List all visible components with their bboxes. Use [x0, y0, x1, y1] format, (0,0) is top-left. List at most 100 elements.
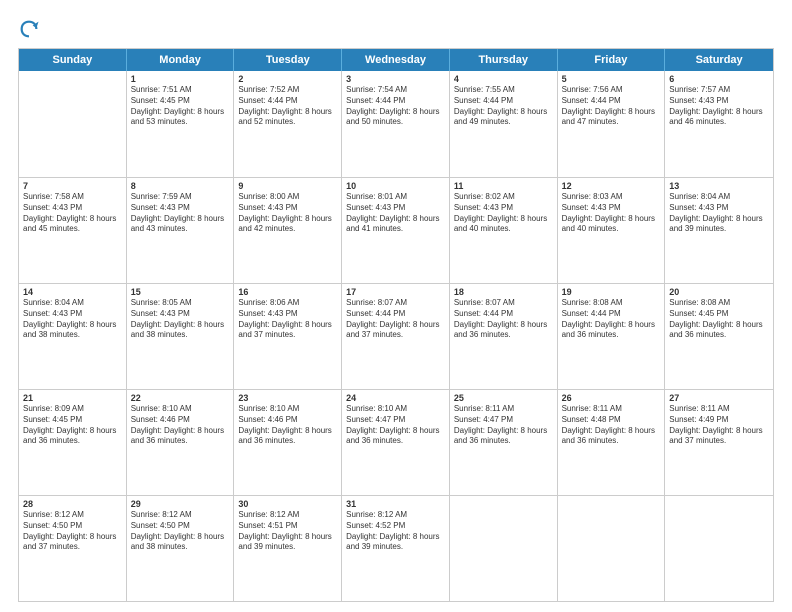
cell-day-number: 6	[669, 74, 769, 84]
cell-day-number: 27	[669, 393, 769, 403]
calendar-cell: 26Sunrise: 8:11 AMSunset: 4:48 PMDayligh…	[558, 390, 666, 495]
calendar-cell: 20Sunrise: 8:08 AMSunset: 4:45 PMDayligh…	[665, 284, 773, 389]
calendar: SundayMondayTuesdayWednesdayThursdayFrid…	[18, 48, 774, 602]
cell-info: Sunrise: 8:11 AMSunset: 4:47 PMDaylight:…	[454, 404, 553, 447]
calendar-week-3: 14Sunrise: 8:04 AMSunset: 4:43 PMDayligh…	[19, 283, 773, 389]
cell-day-number: 3	[346, 74, 445, 84]
cell-info: Sunrise: 7:59 AMSunset: 4:43 PMDaylight:…	[131, 192, 230, 235]
cell-day-number: 19	[562, 287, 661, 297]
cell-day-number: 17	[346, 287, 445, 297]
cell-info: Sunrise: 7:58 AMSunset: 4:43 PMDaylight:…	[23, 192, 122, 235]
cell-info: Sunrise: 8:05 AMSunset: 4:43 PMDaylight:…	[131, 298, 230, 341]
calendar-cell: 8Sunrise: 7:59 AMSunset: 4:43 PMDaylight…	[127, 178, 235, 283]
calendar-cell: 22Sunrise: 8:10 AMSunset: 4:46 PMDayligh…	[127, 390, 235, 495]
day-header-wednesday: Wednesday	[342, 49, 450, 71]
cell-day-number: 16	[238, 287, 337, 297]
day-header-sunday: Sunday	[19, 49, 127, 71]
calendar-cell: 4Sunrise: 7:55 AMSunset: 4:44 PMDaylight…	[450, 71, 558, 177]
calendar-cell: 7Sunrise: 7:58 AMSunset: 4:43 PMDaylight…	[19, 178, 127, 283]
cell-info: Sunrise: 8:04 AMSunset: 4:43 PMDaylight:…	[23, 298, 122, 341]
day-header-monday: Monday	[127, 49, 235, 71]
cell-day-number: 12	[562, 181, 661, 191]
calendar-cell: 25Sunrise: 8:11 AMSunset: 4:47 PMDayligh…	[450, 390, 558, 495]
cell-info: Sunrise: 8:12 AMSunset: 4:52 PMDaylight:…	[346, 510, 445, 553]
logo	[18, 18, 42, 40]
calendar-cell: 12Sunrise: 8:03 AMSunset: 4:43 PMDayligh…	[558, 178, 666, 283]
cell-info: Sunrise: 8:11 AMSunset: 4:48 PMDaylight:…	[562, 404, 661, 447]
cell-day-number: 7	[23, 181, 122, 191]
calendar-cell: 17Sunrise: 8:07 AMSunset: 4:44 PMDayligh…	[342, 284, 450, 389]
calendar-cell: 16Sunrise: 8:06 AMSunset: 4:43 PMDayligh…	[234, 284, 342, 389]
calendar-cell: 24Sunrise: 8:10 AMSunset: 4:47 PMDayligh…	[342, 390, 450, 495]
cell-day-number: 15	[131, 287, 230, 297]
cell-day-number: 23	[238, 393, 337, 403]
cell-day-number: 13	[669, 181, 769, 191]
calendar-cell: 10Sunrise: 8:01 AMSunset: 4:43 PMDayligh…	[342, 178, 450, 283]
calendar-cell: 11Sunrise: 8:02 AMSunset: 4:43 PMDayligh…	[450, 178, 558, 283]
calendar-cell: 15Sunrise: 8:05 AMSunset: 4:43 PMDayligh…	[127, 284, 235, 389]
calendar-cell: 5Sunrise: 7:56 AMSunset: 4:44 PMDaylight…	[558, 71, 666, 177]
calendar-cell	[19, 71, 127, 177]
cell-day-number: 18	[454, 287, 553, 297]
calendar-body: 1Sunrise: 7:51 AMSunset: 4:45 PMDaylight…	[19, 71, 773, 601]
calendar-cell: 27Sunrise: 8:11 AMSunset: 4:49 PMDayligh…	[665, 390, 773, 495]
day-header-friday: Friday	[558, 49, 666, 71]
cell-day-number: 8	[131, 181, 230, 191]
cell-info: Sunrise: 8:00 AMSunset: 4:43 PMDaylight:…	[238, 192, 337, 235]
calendar-cell	[665, 496, 773, 601]
calendar-header: SundayMondayTuesdayWednesdayThursdayFrid…	[19, 49, 773, 71]
calendar-cell: 28Sunrise: 8:12 AMSunset: 4:50 PMDayligh…	[19, 496, 127, 601]
cell-info: Sunrise: 8:07 AMSunset: 4:44 PMDaylight:…	[346, 298, 445, 341]
cell-info: Sunrise: 8:12 AMSunset: 4:50 PMDaylight:…	[131, 510, 230, 553]
cell-day-number: 11	[454, 181, 553, 191]
calendar-cell: 23Sunrise: 8:10 AMSunset: 4:46 PMDayligh…	[234, 390, 342, 495]
calendar-week-2: 7Sunrise: 7:58 AMSunset: 4:43 PMDaylight…	[19, 177, 773, 283]
cell-day-number: 25	[454, 393, 553, 403]
cell-day-number: 4	[454, 74, 553, 84]
cell-day-number: 28	[23, 499, 122, 509]
logo-icon	[18, 18, 40, 40]
calendar-cell: 3Sunrise: 7:54 AMSunset: 4:44 PMDaylight…	[342, 71, 450, 177]
cell-info: Sunrise: 8:04 AMSunset: 4:43 PMDaylight:…	[669, 192, 769, 235]
cell-day-number: 29	[131, 499, 230, 509]
cell-info: Sunrise: 8:08 AMSunset: 4:45 PMDaylight:…	[669, 298, 769, 341]
calendar-cell	[450, 496, 558, 601]
cell-day-number: 10	[346, 181, 445, 191]
header	[18, 18, 774, 40]
cell-day-number: 2	[238, 74, 337, 84]
calendar-cell: 30Sunrise: 8:12 AMSunset: 4:51 PMDayligh…	[234, 496, 342, 601]
calendar-cell: 14Sunrise: 8:04 AMSunset: 4:43 PMDayligh…	[19, 284, 127, 389]
cell-day-number: 20	[669, 287, 769, 297]
day-header-tuesday: Tuesday	[234, 49, 342, 71]
day-header-saturday: Saturday	[665, 49, 773, 71]
calendar-cell: 1Sunrise: 7:51 AMSunset: 4:45 PMDaylight…	[127, 71, 235, 177]
cell-info: Sunrise: 8:03 AMSunset: 4:43 PMDaylight:…	[562, 192, 661, 235]
cell-day-number: 30	[238, 499, 337, 509]
cell-day-number: 22	[131, 393, 230, 403]
cell-day-number: 14	[23, 287, 122, 297]
calendar-cell: 29Sunrise: 8:12 AMSunset: 4:50 PMDayligh…	[127, 496, 235, 601]
calendar-cell: 19Sunrise: 8:08 AMSunset: 4:44 PMDayligh…	[558, 284, 666, 389]
calendar-cell: 13Sunrise: 8:04 AMSunset: 4:43 PMDayligh…	[665, 178, 773, 283]
cell-info: Sunrise: 8:12 AMSunset: 4:51 PMDaylight:…	[238, 510, 337, 553]
cell-info: Sunrise: 7:54 AMSunset: 4:44 PMDaylight:…	[346, 85, 445, 128]
calendar-cell: 6Sunrise: 7:57 AMSunset: 4:43 PMDaylight…	[665, 71, 773, 177]
cell-info: Sunrise: 8:09 AMSunset: 4:45 PMDaylight:…	[23, 404, 122, 447]
cell-info: Sunrise: 8:10 AMSunset: 4:47 PMDaylight:…	[346, 404, 445, 447]
cell-day-number: 26	[562, 393, 661, 403]
calendar-cell: 2Sunrise: 7:52 AMSunset: 4:44 PMDaylight…	[234, 71, 342, 177]
calendar-week-4: 21Sunrise: 8:09 AMSunset: 4:45 PMDayligh…	[19, 389, 773, 495]
cell-info: Sunrise: 8:07 AMSunset: 4:44 PMDaylight:…	[454, 298, 553, 341]
calendar-cell	[558, 496, 666, 601]
cell-info: Sunrise: 8:08 AMSunset: 4:44 PMDaylight:…	[562, 298, 661, 341]
cell-info: Sunrise: 8:02 AMSunset: 4:43 PMDaylight:…	[454, 192, 553, 235]
cell-info: Sunrise: 7:56 AMSunset: 4:44 PMDaylight:…	[562, 85, 661, 128]
cell-day-number: 31	[346, 499, 445, 509]
cell-info: Sunrise: 8:12 AMSunset: 4:50 PMDaylight:…	[23, 510, 122, 553]
day-header-thursday: Thursday	[450, 49, 558, 71]
calendar-week-5: 28Sunrise: 8:12 AMSunset: 4:50 PMDayligh…	[19, 495, 773, 601]
cell-info: Sunrise: 8:11 AMSunset: 4:49 PMDaylight:…	[669, 404, 769, 447]
cell-info: Sunrise: 7:55 AMSunset: 4:44 PMDaylight:…	[454, 85, 553, 128]
cell-info: Sunrise: 8:10 AMSunset: 4:46 PMDaylight:…	[238, 404, 337, 447]
cell-info: Sunrise: 7:51 AMSunset: 4:45 PMDaylight:…	[131, 85, 230, 128]
